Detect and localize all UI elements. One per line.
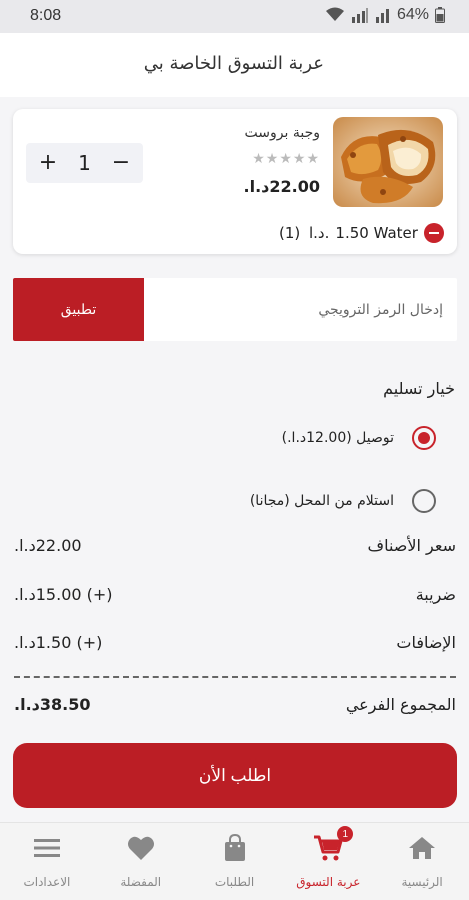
cart-badge: 1	[337, 826, 354, 842]
cart-icon: 1	[313, 826, 354, 863]
tax-label: ضريبة	[415, 585, 456, 604]
nav-item-home[interactable]: الرئيسية	[375, 823, 469, 900]
bag-icon	[223, 833, 247, 863]
summary-addons: الإضافات (+) 1.50د.ا.	[14, 633, 456, 652]
addon-line: د.ا. 1.50 Water	[309, 223, 444, 243]
signal-icon-2	[375, 7, 391, 23]
menu-icon	[33, 833, 60, 863]
nav-item-cart[interactable]: 1 عربة التسوق	[281, 823, 375, 900]
battery-icon	[435, 7, 445, 23]
order-now-button[interactable]: اطلب الأن	[13, 743, 457, 808]
product-rating: ★★★★★	[252, 151, 320, 167]
summary-subtotal: المجموع الفرعي 38.50د.ا.	[14, 695, 456, 714]
nav-item-settings[interactable]: الاعدادات	[0, 823, 94, 900]
wifi-icon	[325, 7, 345, 23]
addon-currency: د.ا.	[309, 224, 330, 242]
status-bar: 8:08 64%	[0, 0, 469, 33]
items-price-label: سعر الأصناف	[367, 536, 456, 555]
delivery-option-title: خيار تسليم	[383, 379, 455, 398]
pickup-radio[interactable]	[412, 489, 436, 513]
signal-icon	[351, 7, 369, 23]
nav-label-settings: الاعدادات	[23, 875, 71, 889]
status-icons: 64%	[325, 6, 445, 24]
home-icon	[408, 833, 436, 863]
cart-item-card: وجبة بروست ★★★★★ 22.00د.ا. + 1 − (1) د.ا…	[13, 109, 457, 254]
nav-item-orders[interactable]: الطلبات	[188, 823, 282, 900]
decrease-quantity-button[interactable]: −	[111, 152, 131, 174]
nav-item-favorites[interactable]: المفضلة	[94, 823, 188, 900]
increase-quantity-button[interactable]: +	[38, 152, 58, 174]
nav-label-orders: الطلبات	[214, 875, 255, 889]
summary-items-price: سعر الأصناف 22.00د.ا.	[14, 536, 456, 555]
status-time: 8:08	[30, 7, 62, 24]
quantity-stepper: + 1 −	[26, 143, 143, 183]
remove-addon-icon[interactable]	[423, 223, 444, 243]
subtotal-value: 38.50د.ا.	[14, 695, 91, 714]
addon-text: 1.50 Water	[335, 224, 418, 242]
battery-level: 64%	[396, 6, 429, 23]
heart-icon	[127, 833, 155, 863]
delivery-option-delivery[interactable]: توصيل (12.00د.ا.)	[282, 426, 436, 450]
bottom-nav: الرئيسية 1 عربة التسوق الطلبات المفضلة ا…	[0, 822, 469, 900]
addon-count: (1)	[279, 224, 301, 242]
items-price-value: 22.00د.ا.	[14, 536, 82, 555]
page-title: عربة التسوق الخاصة بي	[143, 53, 324, 74]
subtotal-label: المجموع الفرعي	[345, 695, 456, 714]
delivery-option-pickup[interactable]: استلام من المحل (مجانا)	[250, 489, 436, 513]
delivery-radio[interactable]	[412, 426, 436, 450]
tax-value: (+) 15.00د.ا.	[14, 585, 113, 604]
product-name: وجبة بروست	[244, 125, 320, 141]
nav-label-favorites: المفضلة	[120, 875, 162, 889]
product-image	[333, 117, 443, 207]
summary-divider	[14, 676, 456, 678]
promo-code-input[interactable]	[144, 278, 457, 341]
nav-label-home: الرئيسية	[401, 875, 443, 889]
page-header: عربة التسوق الخاصة بي	[0, 33, 469, 97]
summary-tax: ضريبة (+) 15.00د.ا.	[14, 585, 456, 604]
pickup-option-label: استلام من المحل (مجانا)	[249, 493, 394, 509]
promo-code-section: تطبيق	[13, 278, 457, 341]
nav-label-cart: عربة التسوق	[296, 875, 361, 889]
addons-value: (+) 1.50د.ا.	[14, 633, 103, 652]
addons-label: الإضافات	[396, 633, 456, 652]
delivery-option-label: توصيل (12.00د.ا.)	[281, 430, 394, 446]
product-price: 22.00د.ا.	[243, 177, 320, 196]
apply-promo-button[interactable]: تطبيق	[13, 278, 144, 341]
quantity-value: 1	[78, 151, 91, 175]
